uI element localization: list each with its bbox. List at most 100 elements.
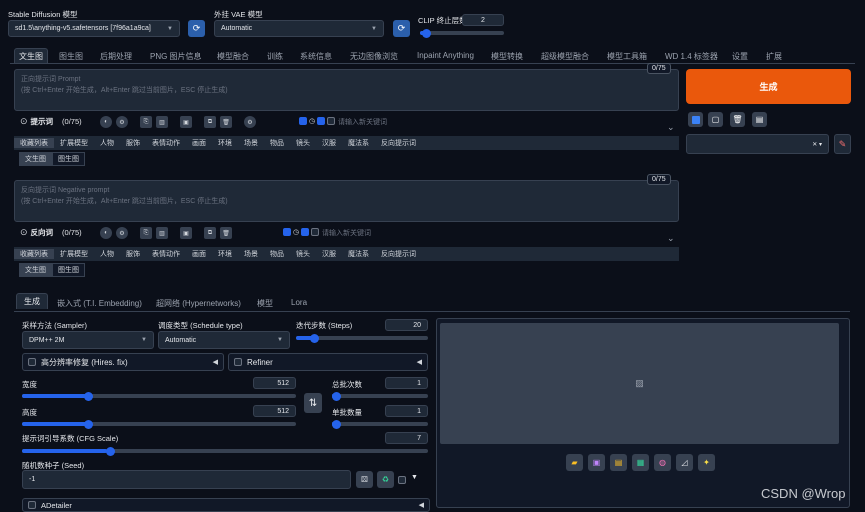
- paste-button[interactable]: ▢: [708, 112, 723, 127]
- category-item[interactable]: 魔法系: [342, 249, 375, 259]
- tab-model-convert[interactable]: 模型转换: [491, 51, 523, 62]
- styles-select[interactable]: ✕ ▾: [686, 134, 829, 154]
- param-tab-lora[interactable]: Lora: [291, 298, 307, 307]
- batch-count-input[interactable]: 1: [385, 377, 428, 389]
- paste-icon[interactable]: ⧉: [204, 227, 216, 239]
- tab-image-browser[interactable]: 无边图像浏览: [350, 51, 398, 62]
- steps-slider[interactable]: [296, 333, 428, 343]
- neg-keyword-input[interactable]: 请输入新关键词: [322, 228, 371, 238]
- tab-system-info[interactable]: 系统信息: [300, 51, 332, 62]
- collapse-arrow-icon[interactable]: ◀: [417, 358, 422, 366]
- category-item[interactable]: 表情动作: [146, 249, 186, 259]
- width-input[interactable]: 512: [253, 377, 296, 389]
- refiner-panel[interactable]: Refiner ◀: [228, 353, 428, 371]
- refresh-model-button[interactable]: ⟳: [188, 20, 205, 37]
- param-tab-embedding[interactable]: 嵌入式 (T.I. Embedding): [57, 298, 142, 309]
- favorite-icon[interactable]: ▣: [180, 227, 192, 239]
- tab-txt2img[interactable]: 文生图: [14, 48, 48, 64]
- collapse-arrow-icon[interactable]: ◀: [213, 358, 218, 366]
- chevron-down-icon[interactable]: ⌄: [667, 122, 675, 133]
- history-icon[interactable]: ▥: [156, 227, 168, 239]
- output-image-area[interactable]: ▨: [440, 323, 839, 444]
- extra-seed-checkbox[interactable]: [398, 476, 406, 484]
- copy-icon[interactable]: ⎘: [140, 116, 152, 128]
- extra-seed-arrow-icon[interactable]: ▼: [411, 474, 418, 481]
- cfg-input[interactable]: 7: [385, 432, 428, 444]
- steps-input[interactable]: 20: [385, 319, 428, 331]
- hires-fix-panel[interactable]: 高分辨率修复 (Hires. fix) ◀: [22, 353, 224, 371]
- width-slider[interactable]: [22, 391, 296, 401]
- settings-icon[interactable]: ⚙: [116, 116, 128, 128]
- tab-img2img[interactable]: 图生图: [59, 51, 83, 62]
- category-item[interactable]: 人物: [94, 138, 120, 148]
- edit-style-button[interactable]: ✎: [834, 134, 851, 154]
- checkbox-icon[interactable]: [301, 228, 310, 236]
- checkbox-icon[interactable]: [299, 117, 307, 125]
- tab-model-toolkit[interactable]: 模型工具箱: [607, 51, 647, 62]
- category-item[interactable]: 扩展模型: [54, 138, 94, 148]
- category-item[interactable]: 场景: [238, 138, 264, 148]
- checkbox-icon[interactable]: [283, 228, 291, 236]
- checkbox-icon[interactable]: [311, 228, 320, 236]
- send-to-img2img-button[interactable]: ▦: [632, 454, 649, 471]
- gear-icon[interactable]: ⚙: [244, 116, 256, 128]
- model-select[interactable]: sd1.5\anything-v5.safetensors [7f96a1a9c…: [8, 20, 180, 37]
- height-slider[interactable]: [22, 419, 296, 429]
- seed-input[interactable]: -1: [22, 470, 351, 489]
- checkbox-icon[interactable]: [327, 117, 336, 125]
- category-item[interactable]: 镜头: [290, 249, 316, 259]
- category-item[interactable]: 镜头: [290, 138, 316, 148]
- save-button[interactable]: ▣: [588, 454, 605, 471]
- tab-extras[interactable]: 后期处理: [100, 51, 132, 62]
- negative-prompt-textarea[interactable]: 反向提示词 Negative prompt (按 Ctrl+Enter 开始生成，…: [14, 180, 679, 222]
- collapse-icon[interactable]: ⊙: [20, 116, 28, 127]
- clear-button[interactable]: 🗑: [730, 112, 745, 127]
- category-item[interactable]: 环境: [212, 138, 238, 148]
- tab-merge[interactable]: 模型融合: [217, 51, 249, 62]
- category-item[interactable]: 表情动作: [146, 138, 186, 148]
- tab-settings[interactable]: 设置: [732, 51, 748, 62]
- checkbox-icon[interactable]: [28, 501, 36, 509]
- subtab-txt2img[interactable]: 文生图: [19, 263, 52, 277]
- send-to-extras-button[interactable]: ◿: [676, 454, 693, 471]
- category-item[interactable]: 汉服: [316, 138, 342, 148]
- category-item[interactable]: 收藏列表: [14, 249, 54, 259]
- subtab-txt2img[interactable]: 文生图: [19, 152, 52, 166]
- zip-button[interactable]: ▤: [610, 454, 627, 471]
- collapse-icon[interactable]: ⊙: [20, 227, 28, 238]
- translate-icon[interactable]: ◐: [100, 227, 112, 239]
- prompt-textarea[interactable]: 正向提示词 Prompt (按 Ctrl+Enter 开始生成，Alt+Enter…: [14, 69, 679, 111]
- favorite-icon[interactable]: ▣: [180, 116, 192, 128]
- read-params-button[interactable]: [688, 112, 703, 127]
- batch-size-slider[interactable]: [332, 419, 428, 429]
- category-item[interactable]: 服饰: [120, 138, 146, 148]
- trash-icon[interactable]: 🗑: [220, 116, 232, 128]
- trash-icon[interactable]: 🗑: [220, 227, 232, 239]
- category-item[interactable]: 魔法系: [342, 138, 375, 148]
- paste-icon[interactable]: ⧉: [204, 116, 216, 128]
- copy-icon[interactable]: ⎘: [140, 227, 152, 239]
- swap-dimensions-button[interactable]: ⇅: [304, 393, 322, 413]
- category-item[interactable]: 收藏列表: [14, 138, 54, 148]
- tab-png-info[interactable]: PNG 图片信息: [150, 51, 202, 62]
- tab-inpaint-anything[interactable]: Inpaint Anything: [417, 51, 474, 60]
- category-item[interactable]: 人物: [94, 249, 120, 259]
- param-tab-hypernetworks[interactable]: 超网络 (Hypernetworks): [156, 298, 241, 309]
- translate-icon[interactable]: ◐: [100, 116, 112, 128]
- tab-wd-tagger[interactable]: WD 1.4 标签器: [665, 51, 718, 62]
- sampler-select[interactable]: DPM++ 2M ▼: [22, 331, 154, 349]
- clip-value-input[interactable]: 2: [462, 14, 504, 26]
- generate-button[interactable]: 生成: [686, 69, 851, 104]
- reuse-seed-button[interactable]: ♻: [377, 471, 394, 488]
- category-item[interactable]: 反向提示词: [375, 138, 422, 148]
- chevron-down-icon[interactable]: ⌄: [667, 233, 675, 244]
- vae-select[interactable]: Automatic ▼: [214, 20, 384, 37]
- batch-size-input[interactable]: 1: [385, 405, 428, 417]
- category-item[interactable]: 物品: [264, 138, 290, 148]
- cfg-slider[interactable]: [22, 446, 428, 456]
- collapse-arrow-icon[interactable]: ◀: [419, 501, 424, 509]
- settings-icon[interactable]: ⚙: [116, 227, 128, 239]
- send-to-inpaint-button[interactable]: ◍: [654, 454, 671, 471]
- height-input[interactable]: 512: [253, 405, 296, 417]
- tab-extensions[interactable]: 扩展: [766, 51, 782, 62]
